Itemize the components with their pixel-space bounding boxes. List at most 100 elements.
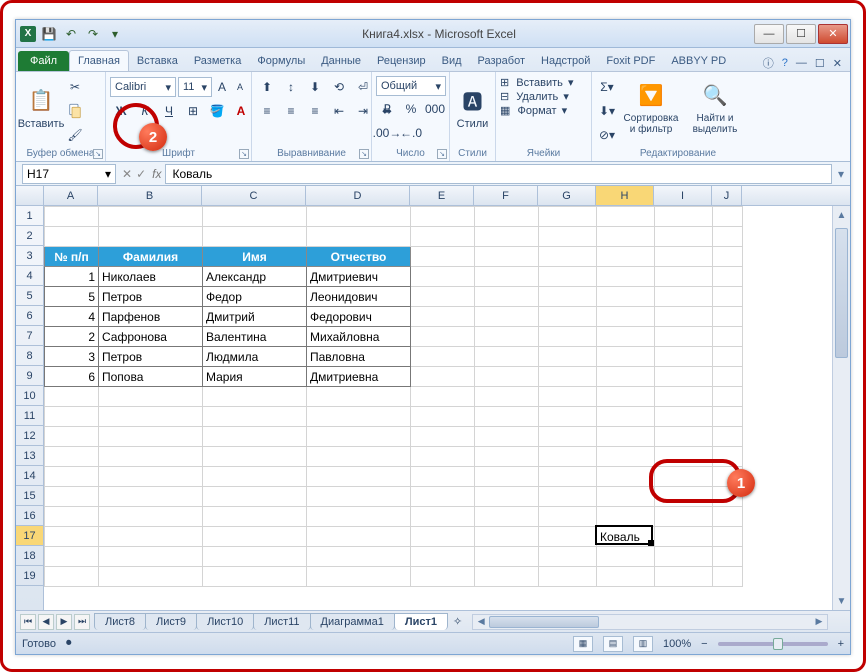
cell[interactable]	[475, 547, 539, 567]
row-header-12[interactable]: 12	[16, 426, 43, 446]
row-header-5[interactable]: 5	[16, 286, 43, 306]
cell[interactable]	[475, 487, 539, 507]
cell[interactable]: Федорович	[307, 307, 411, 327]
tab-addins[interactable]: Надстрой	[533, 51, 598, 71]
qat-save-icon[interactable]: 💾	[40, 25, 58, 43]
cell[interactable]: Петров	[99, 287, 203, 307]
cell[interactable]: 3	[45, 347, 99, 367]
cell[interactable]	[307, 227, 411, 247]
cell[interactable]	[203, 507, 307, 527]
cell[interactable]	[411, 347, 475, 367]
cell[interactable]	[475, 567, 539, 587]
cancel-formula-icon[interactable]: ✕	[122, 167, 132, 181]
cell[interactable]	[713, 247, 743, 267]
alignment-dialog-launcher[interactable]: ↘	[359, 149, 369, 159]
cell[interactable]	[411, 467, 475, 487]
cell[interactable]	[655, 267, 713, 287]
sheet-nav-last-icon[interactable]: ⏭	[74, 614, 90, 630]
cell[interactable]	[307, 207, 411, 227]
cell[interactable]	[307, 567, 411, 587]
cell[interactable]: Сафронова	[99, 327, 203, 347]
cell[interactable]	[203, 427, 307, 447]
cells-delete-button[interactable]: ⊟ Удалить ▾	[500, 90, 569, 103]
col-header-I[interactable]: I	[654, 186, 712, 205]
cell[interactable]	[99, 467, 203, 487]
cell[interactable]	[655, 347, 713, 367]
cell[interactable]: Валентина	[203, 327, 307, 347]
cell[interactable]	[655, 387, 713, 407]
fill-button[interactable]: ⬇▾	[596, 100, 618, 122]
cell[interactable]	[411, 567, 475, 587]
cell[interactable]: Людмила	[203, 347, 307, 367]
cell[interactable]	[655, 427, 713, 447]
cell[interactable]	[411, 367, 475, 387]
sheet-nav-next-icon[interactable]: ▶	[56, 614, 72, 630]
cell[interactable]	[475, 407, 539, 427]
cell[interactable]: Михайловна	[307, 327, 411, 347]
row-header-10[interactable]: 10	[16, 386, 43, 406]
cell[interactable]	[597, 287, 655, 307]
align-center-button[interactable]: ≡	[280, 100, 302, 122]
autosum-button[interactable]: Σ▾	[596, 76, 618, 98]
cell[interactable]	[45, 527, 99, 547]
doc-minimize-icon[interactable]: —	[796, 57, 807, 69]
cell[interactable]	[539, 367, 597, 387]
tab-layout[interactable]: Разметка	[186, 51, 250, 71]
cell[interactable]	[475, 367, 539, 387]
cell[interactable]	[539, 247, 597, 267]
align-top-button[interactable]: ⬆	[256, 76, 278, 98]
col-header-C[interactable]: C	[202, 186, 306, 205]
tab-foxit[interactable]: Foxit PDF	[598, 51, 663, 71]
cell[interactable]	[475, 347, 539, 367]
tab-home[interactable]: Главная	[69, 50, 129, 71]
cell[interactable]	[655, 527, 713, 547]
cell[interactable]	[539, 387, 597, 407]
view-normal-button[interactable]: ▦	[573, 636, 593, 652]
cell[interactable]: 1	[45, 267, 99, 287]
minimize-button[interactable]: —	[754, 24, 784, 44]
cell[interactable]	[597, 567, 655, 587]
cell[interactable]	[713, 347, 743, 367]
expand-formula-bar-icon[interactable]: ▾	[832, 167, 850, 181]
doc-close-icon[interactable]: ✕	[833, 57, 842, 70]
sheet-tab[interactable]: Лист9	[145, 613, 197, 630]
cell[interactable]	[475, 387, 539, 407]
cell[interactable]	[539, 427, 597, 447]
row-header-9[interactable]: 9	[16, 366, 43, 386]
row-header-17[interactable]: 17	[16, 526, 43, 546]
cell[interactable]	[475, 267, 539, 287]
cell[interactable]: 4	[45, 307, 99, 327]
cell[interactable]: Дмитрий	[203, 307, 307, 327]
fill-color-button[interactable]: 🪣	[206, 100, 228, 122]
cell[interactable]	[203, 547, 307, 567]
cell[interactable]	[655, 487, 713, 507]
cell[interactable]	[539, 467, 597, 487]
cell[interactable]	[713, 547, 743, 567]
cell[interactable]	[597, 407, 655, 427]
cell[interactable]: Имя	[203, 247, 307, 267]
cell[interactable]	[203, 567, 307, 587]
cell[interactable]	[655, 307, 713, 327]
cell[interactable]: Отчество	[307, 247, 411, 267]
cell[interactable]	[411, 247, 475, 267]
cell[interactable]	[597, 327, 655, 347]
tab-view[interactable]: Вид	[434, 51, 470, 71]
cell[interactable]	[307, 487, 411, 507]
cell[interactable]	[713, 507, 743, 527]
cell[interactable]	[411, 547, 475, 567]
cell[interactable]	[307, 547, 411, 567]
cell[interactable]	[99, 407, 203, 427]
cell[interactable]	[99, 387, 203, 407]
vscroll-thumb[interactable]	[835, 228, 848, 358]
cell[interactable]	[597, 227, 655, 247]
ribbon-minimize-icon[interactable]: ⓘ	[763, 55, 774, 71]
row-header-3[interactable]: 3	[16, 246, 43, 266]
sheet-tab[interactable]: Лист1	[394, 613, 448, 630]
maximize-button[interactable]: ☐	[786, 24, 816, 44]
cell[interactable]	[539, 407, 597, 427]
font-color-button[interactable]: A	[230, 100, 252, 122]
tab-review[interactable]: Рецензир	[369, 51, 434, 71]
zoom-out-button[interactable]: −	[701, 638, 707, 650]
grow-font-button[interactable]: A	[214, 76, 230, 98]
cell[interactable]	[475, 287, 539, 307]
